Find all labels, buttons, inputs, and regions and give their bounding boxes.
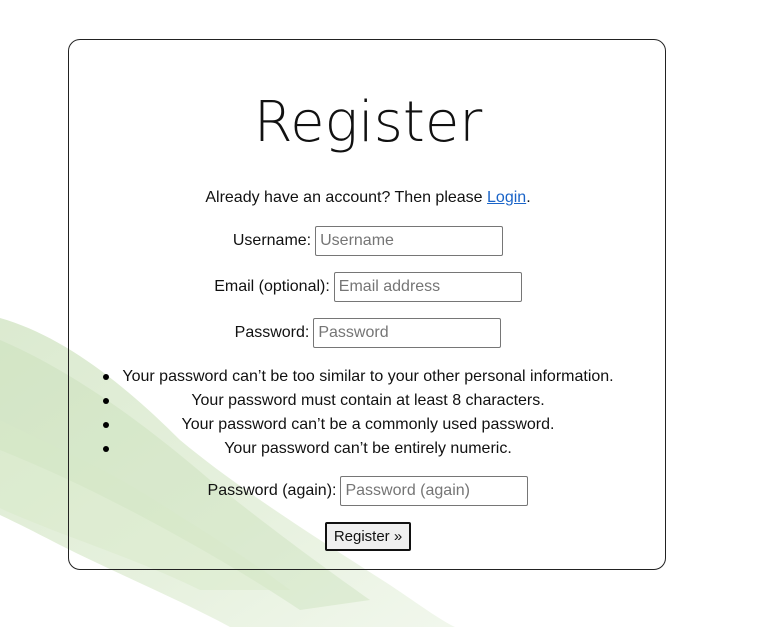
password-input[interactable] [313, 318, 502, 348]
username-input[interactable] [315, 226, 504, 256]
submit-row: Register » [69, 522, 667, 551]
password-label: Password: [234, 324, 310, 341]
password-rule: Your password must contain at least 8 ch… [69, 389, 667, 413]
password-rule: Your password can’t be a commonly used p… [69, 413, 667, 437]
login-link[interactable]: Login [487, 189, 526, 206]
page-title: Register [253, 90, 483, 155]
bullet-icon [103, 374, 109, 380]
email-row: Email (optional): [69, 272, 667, 302]
login-prompt-text: Already have an account? Then please [205, 189, 488, 206]
login-prompt: Already have an account? Then please Log… [69, 188, 667, 208]
username-row: Username: [69, 226, 667, 256]
password-row: Password: [69, 318, 667, 348]
register-button[interactable]: Register » [324, 522, 412, 551]
password-rules-list: Your password can’t be too similar to yo… [69, 365, 667, 461]
login-prompt-period: . [526, 189, 531, 206]
bullet-icon [103, 422, 109, 428]
password-rule: Your password can’t be too similar to yo… [69, 365, 667, 389]
register-card: Register Already have an account? Then p… [68, 39, 666, 570]
bullet-icon [103, 446, 109, 452]
email-label: Email (optional): [214, 278, 330, 295]
username-label: Username: [232, 232, 312, 249]
bullet-icon [103, 398, 109, 404]
email-input[interactable] [333, 272, 522, 302]
password-again-row: Password (again): [69, 476, 667, 506]
password-again-label: Password (again): [207, 482, 337, 499]
password-rule: Your password can’t be entirely numeric. [69, 437, 667, 461]
password-again-input[interactable] [340, 476, 529, 506]
